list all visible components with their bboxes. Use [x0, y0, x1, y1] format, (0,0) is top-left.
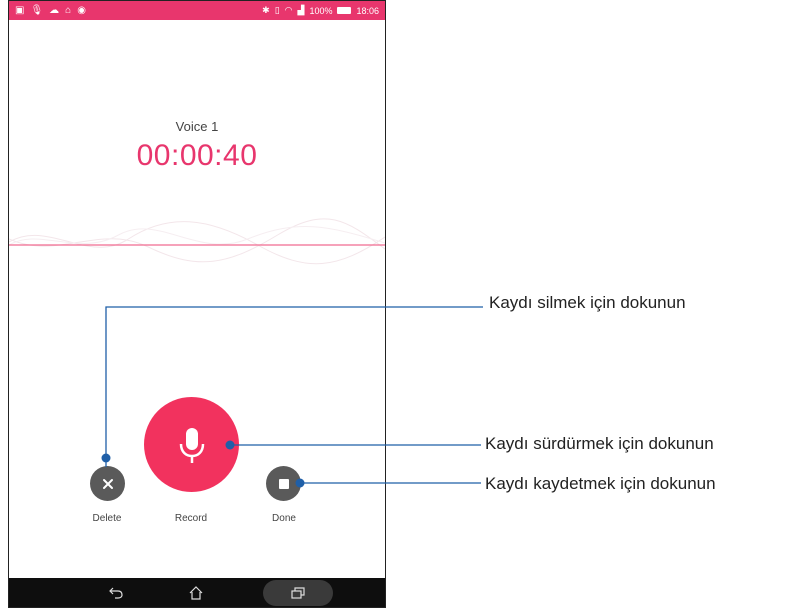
status-time: 18:06 — [356, 5, 379, 16]
lock-icon: ⌂ — [65, 4, 72, 16]
back-icon — [109, 587, 123, 599]
record-label: Record — [174, 513, 208, 524]
recent-apps-icon — [291, 587, 305, 599]
recording-title: Voice 1 — [175, 119, 219, 134]
app-icon: ◉ — [77, 4, 86, 16]
record-button[interactable] — [144, 397, 239, 492]
recent-apps-button[interactable] — [263, 580, 333, 606]
callout-delete: Kaydı silmek için dokunun — [489, 293, 686, 312]
back-button[interactable] — [99, 578, 133, 607]
notification-icons: ▣ 🎙︎ ☁ ⌂ ◉ — [15, 4, 86, 16]
delete-button[interactable] — [90, 466, 125, 501]
close-icon — [102, 478, 113, 489]
callout-save: Kaydı kaydetmek için dokunun — [485, 474, 716, 493]
delete-label: Delete — [92, 513, 122, 524]
battery-icon — [337, 7, 352, 14]
bluetooth-icon: ✱ — [262, 5, 270, 15]
battery-percent: 100% — [309, 5, 333, 16]
recording-timer: 00:00:40 — [136, 139, 258, 172]
system-icons: ✱ ▯ ◠ ▟ 100% 18:06 — [262, 5, 379, 16]
waveform — [9, 218, 385, 265]
status-bar: ▣ 🎙︎ ☁ ⌂ ◉ ✱ ▯ ◠ ▟ 100% 18:06 — [9, 1, 385, 20]
mic-icon: 🎙︎ — [30, 4, 44, 16]
done-label: Done — [272, 513, 296, 524]
mic-icon — [179, 427, 204, 463]
wifi-icon: ◠ — [284, 5, 293, 15]
home-button[interactable] — [179, 578, 213, 607]
image-icon: ▣ — [15, 4, 25, 16]
done-button[interactable] — [266, 466, 301, 501]
signal-icon: ▟ — [297, 5, 305, 15]
vibrate-icon: ▯ — [274, 5, 280, 15]
stop-icon — [278, 478, 289, 489]
navigation-bar — [9, 578, 385, 607]
cloud-icon: ☁ — [49, 4, 60, 16]
phone-screen: ▣ 🎙︎ ☁ ⌂ ◉ ✱ ▯ ◠ ▟ 100% 18:06 Voice 1 00… — [8, 0, 386, 608]
callout-resume: Kaydı sürdürmek için dokunun — [485, 434, 714, 453]
home-icon — [189, 585, 203, 600]
